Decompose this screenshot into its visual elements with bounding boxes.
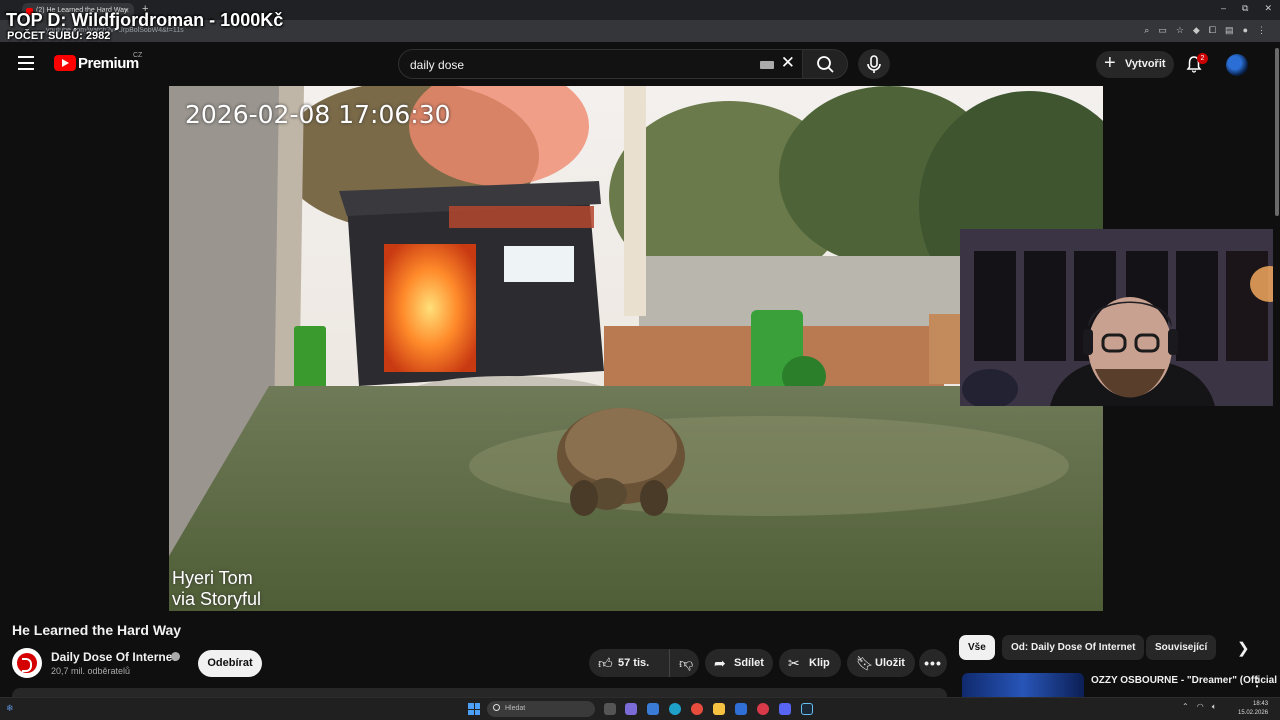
window-close-icon[interactable]: ✕ xyxy=(1264,3,1272,14)
save-label: Uložit xyxy=(875,657,905,669)
country-code: CZ xyxy=(133,52,143,59)
notification-badge: 2 xyxy=(1197,53,1208,64)
video-title: He Learned the Hard Way xyxy=(12,622,182,638)
file-explorer-icon[interactable] xyxy=(713,703,725,715)
zoom-icon[interactable]: ⌕ xyxy=(1144,25,1149,36)
chip-from-channel[interactable]: Od: Daily Dose Of Internet xyxy=(1002,635,1145,660)
taskbar-search-placeholder: Hledat xyxy=(505,705,526,712)
subscribe-button[interactable]: Odebírat xyxy=(198,650,262,677)
webcam-overlay xyxy=(960,229,1280,406)
search-icon xyxy=(817,56,834,73)
clock-time: 18:43 xyxy=(1253,701,1269,707)
youtube-logo-icon[interactable] xyxy=(54,55,76,71)
chrome-icon[interactable] xyxy=(691,703,703,715)
bookmark-icon: 🔖︎ xyxy=(856,655,874,671)
discord-icon[interactable] xyxy=(779,703,791,715)
search-icon xyxy=(493,704,500,711)
subscriber-count: 20,7 mil. odběratelů xyxy=(51,666,131,676)
search-input[interactable] xyxy=(410,58,750,72)
thumbs-down-icon: 👎︎ xyxy=(679,655,694,671)
puzzle-icon[interactable]: ⧠ xyxy=(1209,25,1216,36)
sidebar-icon[interactable]: ▤ xyxy=(1225,25,1234,36)
video-credit: Hyeri Tom via Storyful xyxy=(172,568,261,610)
windows-start-icon[interactable] xyxy=(468,703,480,715)
extension-icon[interactable]: ◆ xyxy=(1193,25,1200,36)
clock-date: 15.02.2026 xyxy=(1238,710,1269,716)
dislike-button[interactable]: 👎︎ xyxy=(669,649,699,677)
extension-icons: ⌕ ▭ ☆ ◆ ⧠ ▤ ● ⋮ xyxy=(1144,25,1266,36)
stream-overlay-subs: POČET SUBŮ: 2982 xyxy=(7,30,111,42)
search-box[interactable]: ✕ xyxy=(398,49,806,79)
account-avatar[interactable] xyxy=(1226,54,1248,76)
create-label: Vytvořit xyxy=(1125,58,1166,70)
wifi-icon[interactable]: ◠ xyxy=(1197,702,1204,712)
camera-timestamp: 2026-02-08 17:06:30 xyxy=(185,100,451,129)
taskbar-search[interactable]: Hledat xyxy=(487,701,595,717)
credit-author: Hyeri Tom xyxy=(172,568,253,588)
windows-taskbar: ❄ Hledat ⌃ ◠ 🔈︎ 18:43 15.02.2026 xyxy=(0,697,1280,720)
window-controls: – ⧉ ✕ xyxy=(1221,3,1272,14)
verified-check-icon xyxy=(171,652,180,661)
task-view-icon[interactable] xyxy=(604,703,616,715)
plus-icon: + xyxy=(1104,52,1116,74)
like-count: 57 tis. xyxy=(618,657,650,669)
share-label: Sdílet xyxy=(734,657,764,669)
webcam-image xyxy=(960,229,1280,406)
youtube-header: Premium CZ ✕ + Vytvořit 2 xyxy=(0,42,1280,86)
scrollbar-thumb[interactable] xyxy=(1275,48,1279,216)
cast-icon[interactable]: ▭ xyxy=(1158,25,1167,36)
channel-avatar[interactable] xyxy=(12,648,42,678)
scissors-icon: ✂ xyxy=(788,655,800,671)
app-red-icon[interactable] xyxy=(757,703,769,715)
chip-related[interactable]: Související xyxy=(1146,635,1217,660)
hamburger-menu-icon[interactable] xyxy=(18,56,34,70)
keyboard-icon[interactable] xyxy=(760,61,774,69)
microphone-icon xyxy=(867,55,881,73)
share-button[interactable]: ➦ Sdílet xyxy=(705,649,773,677)
more-actions-button[interactable]: ••• xyxy=(919,649,947,677)
system-tray: ⌃ ◠ 🔈︎ xyxy=(1182,702,1217,712)
system-clock[interactable]: 18:43 15.02.2026 xyxy=(1238,700,1268,718)
clip-label: Klip xyxy=(809,657,830,669)
tray-chevron-icon[interactable]: ⌃ xyxy=(1182,702,1189,712)
logo-text[interactable]: Premium xyxy=(78,55,139,72)
teamviewer-icon[interactable] xyxy=(735,703,747,715)
recommendation-menu-icon[interactable]: ⋮ xyxy=(1251,675,1263,689)
volume-icon[interactable]: 🔈︎ xyxy=(1212,702,1217,712)
edge-icon[interactable] xyxy=(669,703,681,715)
clear-search-icon[interactable]: ✕ xyxy=(781,53,795,73)
search-button[interactable] xyxy=(802,49,848,79)
stream-overlay-title: TOP D: Wildfjordroman - 1000Kč xyxy=(6,10,284,30)
channel-name[interactable]: Daily Dose Of Internet xyxy=(51,650,176,664)
bookmark-star-icon[interactable]: ☆ xyxy=(1176,25,1184,36)
create-button[interactable]: + Vytvořit xyxy=(1096,51,1174,78)
recommendation-thumbnail[interactable] xyxy=(962,673,1084,697)
like-button[interactable]: 👍︎ 57 tis. xyxy=(589,649,669,677)
save-button[interactable]: 🔖︎ Uložit xyxy=(847,649,915,677)
widgets-icon[interactable] xyxy=(625,703,637,715)
browser-menu-icon[interactable]: ⋮ xyxy=(1257,25,1266,36)
chevron-right-icon[interactable]: ❯ xyxy=(1237,639,1250,657)
profile-icon[interactable]: ● xyxy=(1243,25,1248,36)
thumbs-up-icon: 👍︎ xyxy=(598,655,613,671)
voice-search-button[interactable] xyxy=(858,49,890,79)
steam-icon[interactable] xyxy=(801,703,813,715)
share-arrow-icon: ➦ xyxy=(714,655,726,671)
credit-source: via Storyful xyxy=(172,589,262,609)
clip-button[interactable]: ✂ Klip xyxy=(779,649,841,677)
chip-all[interactable]: Vše xyxy=(959,635,995,660)
minimize-icon[interactable]: – xyxy=(1221,3,1226,14)
app-icon[interactable] xyxy=(647,703,659,715)
restore-icon[interactable]: ⧉ xyxy=(1242,3,1248,14)
weather-icon[interactable]: ❄ xyxy=(6,703,14,714)
